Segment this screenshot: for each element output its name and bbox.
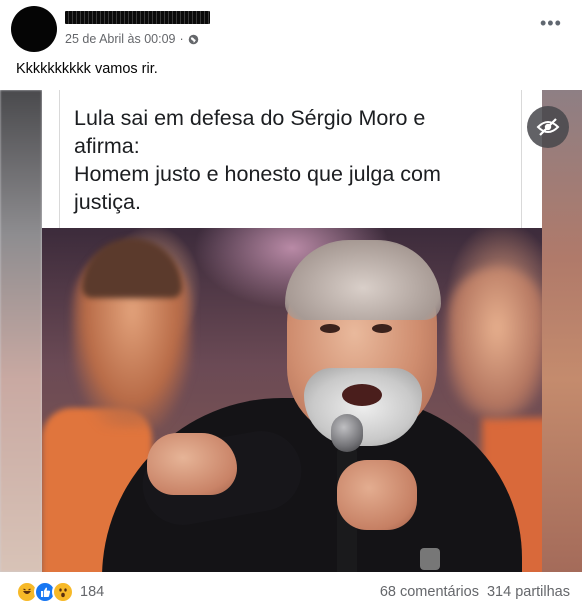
speaker-hand — [337, 460, 417, 530]
background-person-right — [447, 268, 542, 418]
eye-slash-icon — [536, 118, 560, 136]
globe-icon — [188, 34, 198, 44]
meme-headline: Lula sai em defesa do Sérgio Moro e afir… — [74, 104, 504, 216]
microphone-head — [331, 414, 363, 452]
more-options-button[interactable]: ••• — [540, 14, 562, 32]
background-person-left-hair — [82, 238, 182, 298]
author-name-redacted[interactable] — [65, 11, 210, 24]
headline-line-4: justiça. — [74, 190, 141, 214]
post-meta: 25 de Abril às 00:09 · — [65, 32, 199, 46]
meme-image[interactable]: Lula sai em defesa do Sérgio Moro e afir… — [42, 90, 542, 572]
headline-line-1: Lula sai em defesa do Sérgio Moro e — [74, 106, 426, 130]
wow-icon — [52, 581, 74, 603]
facebook-post: 25 de Abril às 00:09 · ••• Kkkkkkkkkk va… — [0, 0, 582, 612]
headline-line-2: afirma: — [74, 134, 140, 158]
meme-text-card: Lula sai em defesa do Sérgio Moro e afir… — [42, 90, 542, 229]
shares-count-link[interactable]: 314 partilhas — [487, 584, 570, 600]
speaker-photo — [42, 228, 542, 572]
reaction-count[interactable]: 184 — [80, 584, 104, 600]
engagement-counts: 68 comentários 314 partilhas — [380, 584, 570, 600]
post-footer: 184 68 comentários 314 partilhas — [0, 572, 582, 612]
post-media[interactable]: Lula sai em defesa do Sérgio Moro e afir… — [0, 90, 582, 572]
speaker-eye-right — [372, 324, 392, 333]
post-timestamp[interactable]: 25 de Abril às 00:09 — [65, 32, 176, 46]
author-avatar[interactable] — [11, 6, 57, 52]
media-blur-right — [542, 90, 582, 572]
speaker-watch — [420, 548, 440, 570]
speaker-mouth — [342, 384, 382, 406]
meta-separator: · — [179, 32, 184, 46]
post-caption: Kkkkkkkkkk vamos rir. — [16, 61, 158, 77]
speaker-eye-left — [320, 324, 340, 333]
speaker-fist — [147, 433, 237, 495]
comments-count-link[interactable]: 68 comentários — [380, 584, 479, 600]
headline-line-3: Homem justo e honesto que julga com — [74, 162, 441, 186]
hide-image-button[interactable] — [527, 106, 569, 148]
reactions-summary[interactable]: 184 — [16, 581, 104, 603]
media-blur-left — [0, 90, 42, 572]
speaker-hair — [285, 240, 441, 320]
